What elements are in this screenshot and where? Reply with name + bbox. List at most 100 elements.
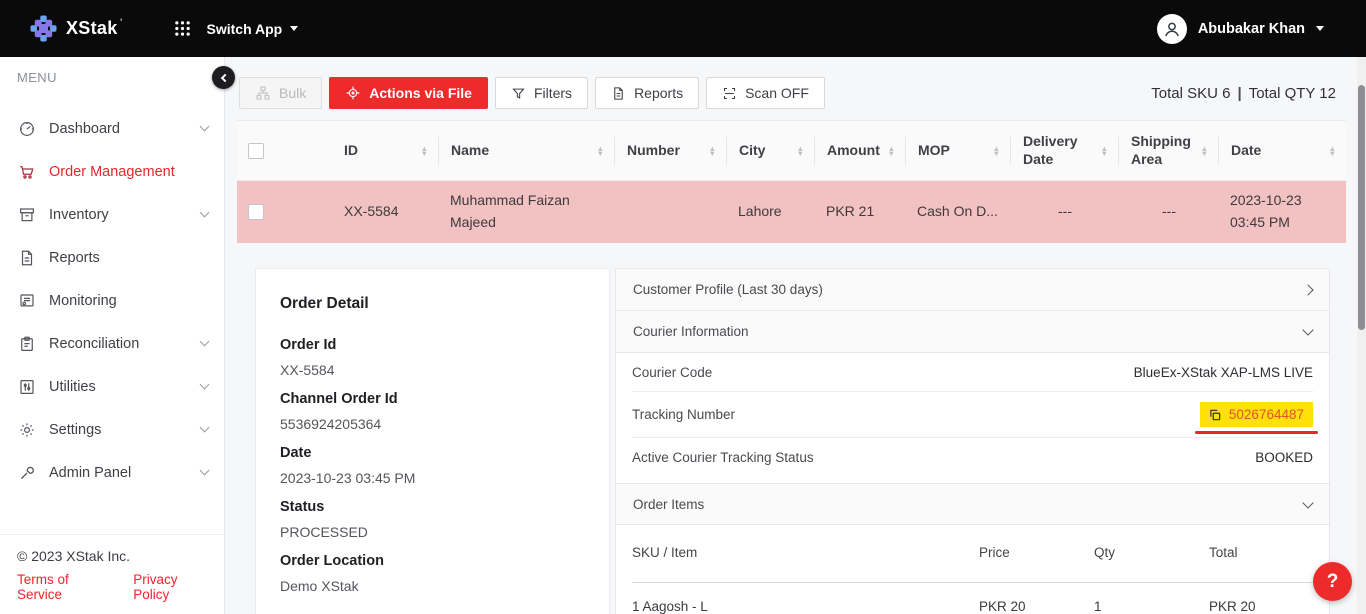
xstak-logo-icon — [30, 15, 57, 42]
red-underline-annotation — [1195, 431, 1318, 434]
field-value-order-id: XX-5584 — [280, 362, 585, 378]
select-all-checkbox[interactable] — [248, 143, 264, 159]
tracking-status-label: Active Courier Tracking Status — [632, 450, 814, 465]
column-header-name[interactable]: Name ▲▼ — [438, 137, 614, 165]
actions-via-file-button[interactable]: Actions via File — [329, 77, 488, 109]
switch-app-dropdown[interactable]: Switch App — [207, 21, 299, 37]
order-detail-title: Order Detail — [280, 295, 585, 313]
chevron-left-icon — [220, 73, 228, 81]
accordion-title: Courier Information — [633, 324, 749, 339]
chevron-down-icon — [290, 26, 298, 31]
row-checkbox[interactable] — [248, 204, 264, 220]
main-content: Bulk Actions via File Filters — [225, 57, 1366, 614]
sidebar-item-label: Reports — [49, 250, 100, 266]
field-label-order-location: Order Location — [280, 553, 585, 569]
items-column-sku: SKU / Item — [632, 545, 979, 560]
column-header-delivery-date[interactable]: Delivery Date ▲▼ — [1010, 137, 1118, 165]
switch-app-label: Switch App — [207, 21, 283, 37]
bulk-button[interactable]: Bulk — [239, 77, 322, 109]
sort-icon: ▲▼ — [1101, 146, 1108, 156]
cell-order-id: XX-5584 — [332, 201, 438, 223]
reports-button[interactable]: Reports — [595, 77, 699, 109]
user-menu[interactable]: Abubakar Khan — [1157, 14, 1324, 44]
order-item-row: 1 Aagosh - L PKR 20 1 PKR 20 — [632, 583, 1313, 614]
sort-icon: ▲▼ — [797, 146, 804, 156]
chevron-down-icon — [1316, 26, 1324, 31]
help-button[interactable]: ? — [1313, 562, 1352, 601]
clipboard-icon — [18, 335, 36, 353]
order-row[interactable]: XX-5584 Muhammad Faizan Majeed Lahore PK… — [237, 181, 1346, 243]
filters-button[interactable]: Filters — [495, 77, 588, 109]
tracking-number-value: 5026764487 — [1229, 407, 1304, 422]
courier-information-body: Courier Code BlueEx-XStak XAP-LMS LIVE T… — [616, 353, 1329, 476]
privacy-policy-link[interactable]: Privacy Policy — [133, 572, 207, 602]
sidebar-item-label: Inventory — [49, 207, 109, 223]
sidebar: MENU Dashboard Order Management — [0, 57, 225, 614]
cell-city: Lahore — [726, 201, 814, 223]
monitor-icon — [18, 292, 36, 310]
field-label-status: Status — [280, 499, 585, 515]
toolbar: Bulk Actions via File Filters — [239, 77, 1336, 109]
sidebar-item-monitoring[interactable]: Monitoring — [0, 279, 224, 322]
column-header-city[interactable]: City ▲▼ — [726, 137, 814, 165]
sort-icon: ▲▼ — [1329, 146, 1336, 156]
sidebar-item-label: Utilities — [49, 379, 96, 395]
topbar: XStak Switch App Abubakar Khan — [0, 0, 1366, 57]
sidebar-item-admin-panel[interactable]: Admin Panel — [0, 451, 224, 494]
total-sku: Total SKU 6 — [1151, 85, 1230, 102]
column-header-amount[interactable]: Amount ▲▼ — [814, 137, 905, 165]
orders-table-header: ID ▲▼ Name ▲▼ Number ▲▼ City ▲▼ Amount ▲… — [237, 120, 1346, 181]
app-grid-icon[interactable] — [174, 20, 191, 37]
sidebar-item-inventory[interactable]: Inventory — [0, 193, 224, 236]
order-items-header: SKU / Item Price Qty Total — [632, 525, 1313, 583]
accordion-courier-information[interactable]: Courier Information — [616, 311, 1329, 353]
accordion-order-items[interactable]: Order Items — [616, 483, 1329, 525]
sort-icon: ▲▼ — [1201, 146, 1208, 156]
chevron-down-icon — [1302, 324, 1313, 335]
column-label: Delivery Date — [1023, 133, 1085, 168]
column-header-shipping-area[interactable]: Shipping Area ▲▼ — [1118, 137, 1218, 165]
sidebar-item-reconciliation[interactable]: Reconciliation — [0, 322, 224, 365]
accordion-customer-profile[interactable]: Customer Profile (Last 30 days) — [616, 269, 1329, 311]
field-label-channel-order-id: Channel Order Id — [280, 391, 585, 407]
courier-code-label: Courier Code — [632, 365, 712, 380]
sidebar-item-settings[interactable]: Settings — [0, 408, 224, 451]
actions-via-file-label: Actions via File — [369, 85, 472, 101]
funnel-icon — [511, 86, 526, 101]
sidebar-footer: © 2023 XStak Inc. Terms of Service Priva… — [0, 534, 224, 614]
sidebar-item-order-management[interactable]: Order Management — [0, 150, 224, 193]
sliders-icon — [18, 378, 36, 396]
chevron-down-icon — [200, 423, 210, 433]
chevron-down-icon — [200, 380, 210, 390]
column-header-id[interactable]: ID ▲▼ — [332, 137, 438, 165]
column-header-number[interactable]: Number ▲▼ — [614, 137, 726, 165]
sidebar-item-label: Order Management — [49, 164, 175, 180]
filters-button-label: Filters — [534, 85, 572, 101]
sidebar-item-utilities[interactable]: Utilities — [0, 365, 224, 408]
scan-toggle-button[interactable]: Scan OFF — [706, 77, 825, 109]
tracking-number-copy[interactable]: 5026764487 — [1200, 402, 1313, 427]
column-header-date[interactable]: Date ▲▼ — [1218, 137, 1346, 165]
sort-icon: ▲▼ — [888, 146, 895, 156]
field-value-order-location: Demo XStak — [280, 578, 585, 594]
sort-icon: ▲▼ — [597, 146, 604, 156]
column-header-mop[interactable]: MOP ▲▼ — [905, 137, 1010, 165]
column-label: Amount — [827, 142, 880, 160]
sidebar-item-dashboard[interactable]: Dashboard — [0, 107, 224, 150]
items-column-price: Price — [979, 545, 1094, 560]
totals-summary: Total SKU 6 | Total QTY 12 — [1151, 85, 1336, 102]
order-info-panel: Customer Profile (Last 30 days) Courier … — [615, 268, 1330, 614]
tracking-number-row: Tracking Number 5026764487 — [632, 392, 1313, 438]
scrollbar-thumb[interactable] — [1358, 85, 1365, 330]
brand-logo: XStak — [30, 15, 118, 42]
order-items-table: SKU / Item Price Qty Total 1 Aagosh - L … — [616, 525, 1329, 614]
column-label: Number — [627, 142, 680, 160]
sidebar-collapse-button[interactable] — [212, 66, 235, 89]
sidebar-item-label: Reconciliation — [49, 336, 139, 352]
sidebar-item-reports[interactable]: Reports — [0, 236, 224, 279]
scan-toggle-label: Scan OFF — [745, 85, 809, 101]
column-label: MOP — [918, 142, 950, 160]
terms-of-service-link[interactable]: Terms of Service — [17, 572, 105, 602]
document-icon — [18, 249, 36, 267]
gear-icon — [18, 421, 36, 439]
